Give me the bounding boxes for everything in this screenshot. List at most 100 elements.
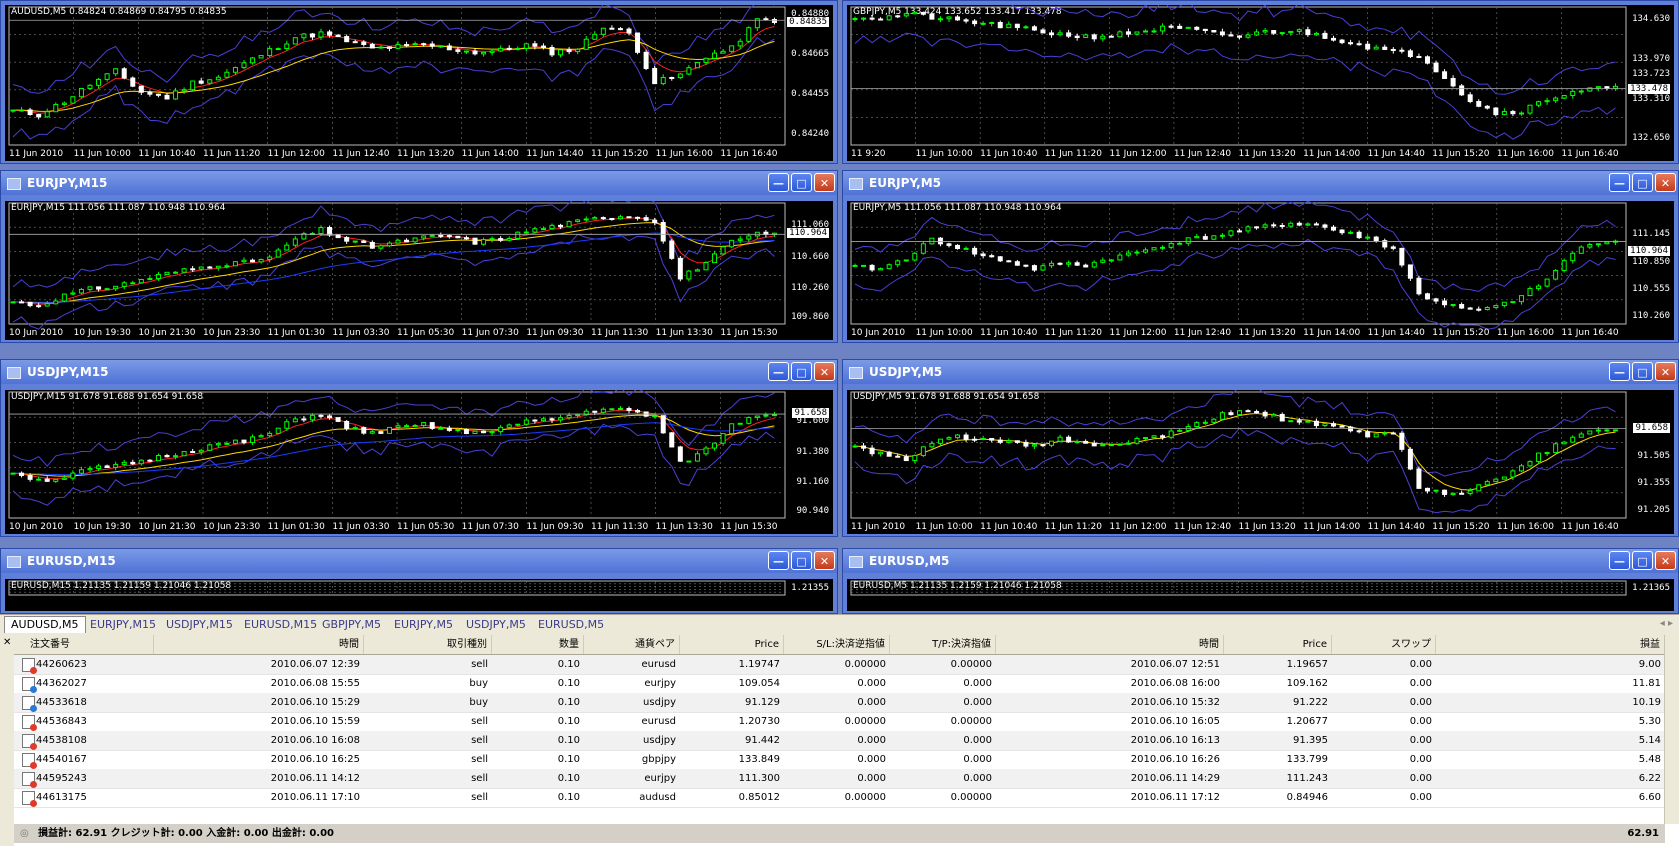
table-row[interactable]: 44613175 2010.06.11 17:10 sell 0.10 audusd 0.… xyxy=(14,788,1665,808)
minimize-button[interactable]: — xyxy=(1609,173,1630,192)
price-chart[interactable]: EURJPY,M15 111.056 111.087 110.948 110.9… xyxy=(5,201,833,340)
window-titlebar[interactable]: EURJPY,M5 — □ ✕ xyxy=(843,171,1678,195)
table-row[interactable]: 44536843 2010.06.10 15:59 sell 0.10 eurusd 1.… xyxy=(14,712,1665,732)
price-chart[interactable]: USDJPY,M5 91.678 91.688 91.654 91.658 91.… xyxy=(847,390,1674,534)
close-button[interactable]: ✕ xyxy=(814,173,835,192)
price-chart[interactable]: AUDUSD,M5 0.84824 0.84869 0.84795 0.8483… xyxy=(5,5,833,161)
price-chart[interactable]: EURUSD,M15 1.21135 1.21159 1.21046 1.210… xyxy=(5,579,833,611)
candle-body xyxy=(96,78,102,86)
tab-eurusd-m5[interactable]: EURUSD,M5 xyxy=(532,617,610,633)
chart-window-eurusd_m5[interactable]: EURUSD,M5 — □ ✕ EURUSD,M5 1.21135 1.2159 1.2… xyxy=(842,548,1679,614)
minimize-button[interactable]: — xyxy=(1609,551,1630,570)
candle-body xyxy=(489,238,495,241)
maximize-button[interactable]: □ xyxy=(1632,362,1653,381)
candle-body xyxy=(1083,34,1089,38)
chart-window-eurusd_m15[interactable]: EURUSD,M15 — □ ✕ EURUSD,M15 1.21135 1.21159 … xyxy=(0,548,838,614)
tab-audusd-m5[interactable]: AUDUSD,M5 xyxy=(4,616,86,633)
close-button[interactable]: ✕ xyxy=(1655,173,1676,192)
chart-window-audusd_m5[interactable]: AUDUSD,M5 0.84824 0.84869 0.84795 0.8483… xyxy=(0,0,838,164)
time-axis-label: 11 Jun 16:40 xyxy=(1561,522,1619,532)
candle-body xyxy=(549,224,555,230)
maximize-button[interactable]: □ xyxy=(1632,551,1653,570)
table-cell: sell xyxy=(471,716,488,727)
minimize-button[interactable]: — xyxy=(1609,362,1630,381)
tab-gbpjpy-m5[interactable]: GBPJPY,M5 xyxy=(316,617,387,633)
column-header[interactable]: 注文番号 xyxy=(14,635,154,654)
chart-window-usdjpy_m15[interactable]: USDJPY,M15 — □ ✕ USDJPY,M15 91.678 91.688 91… xyxy=(0,359,838,537)
window-titlebar[interactable]: EURUSD,M5 — □ ✕ xyxy=(843,549,1678,573)
close-button[interactable]: ✕ xyxy=(1655,551,1676,570)
time-axis-label: 10 Jun 2010 xyxy=(851,328,906,338)
tab-eurusd-m15[interactable]: EURUSD,M15 xyxy=(238,617,323,633)
price-chart[interactable]: USDJPY,M15 91.678 91.688 91.654 91.658 91… xyxy=(5,390,833,534)
price-axis-label: 110.260 xyxy=(791,283,829,294)
candle-body xyxy=(1313,223,1319,226)
column-header[interactable]: 数量 xyxy=(492,635,584,654)
column-header[interactable]: 時間 xyxy=(996,635,1224,654)
tab-usdjpy-m15[interactable]: USDJPY,M15 xyxy=(160,617,239,633)
candle-body xyxy=(1194,422,1200,428)
candle-body xyxy=(972,20,978,25)
chart-window-gbpjpy_m5[interactable]: GBPJPY,M5 133.424 133.652 133.417 133.47… xyxy=(842,0,1679,164)
candle-body xyxy=(53,300,59,305)
maximize-button[interactable]: □ xyxy=(791,173,812,192)
column-header[interactable]: 取引種別 xyxy=(364,635,492,654)
column-header[interactable]: S/L:決済逆指値 xyxy=(784,635,890,654)
window-titlebar[interactable]: EURJPY,M15 — □ ✕ xyxy=(1,171,837,195)
vertical-scrollbar[interactable] xyxy=(1664,635,1679,824)
price-chart[interactable]: EURUSD,M5 1.21135 1.2159 1.21046 1.21058… xyxy=(847,579,1674,611)
maximize-button[interactable]: □ xyxy=(1632,173,1653,192)
candle-body xyxy=(1390,432,1396,435)
tab-eurjpy-m5[interactable]: EURJPY,M5 xyxy=(388,617,459,633)
chart-window-eurjpy_m5[interactable]: EURJPY,M5 — □ ✕ EURJPY,M5 111.056 111.087 11… xyxy=(842,170,1679,343)
close-button[interactable]: ✕ xyxy=(1655,362,1676,381)
candle-body xyxy=(412,424,418,427)
window-titlebar[interactable]: USDJPY,M15 — □ ✕ xyxy=(1,360,837,384)
table-row[interactable]: 44595243 2010.06.11 14:12 sell 0.10 eurjpy 11… xyxy=(14,769,1665,789)
tab-usdjpy-m5[interactable]: USDJPY,M5 xyxy=(460,617,532,633)
table-row[interactable]: 44260623 2010.06.07 12:39 sell 0.10 eurusd 1.… xyxy=(14,655,1665,675)
maximize-button[interactable]: □ xyxy=(791,362,812,381)
candle-body xyxy=(198,449,204,453)
column-header[interactable]: T/P:決済指値 xyxy=(890,635,996,654)
window-titlebar[interactable]: USDJPY,M5 — □ ✕ xyxy=(843,360,1678,384)
chart-window-usdjpy_m5[interactable]: USDJPY,M5 — □ ✕ USDJPY,M5 91.678 91.688 91.6… xyxy=(842,359,1679,537)
tab-eurjpy-m15[interactable]: EURJPY,M15 xyxy=(84,617,162,633)
minimize-button[interactable]: — xyxy=(768,173,789,192)
table-row[interactable]: 44362027 2010.06.08 15:55 buy 0.10 eurjpy 109… xyxy=(14,674,1665,694)
candle-body xyxy=(1143,30,1149,33)
price-chart[interactable]: GBPJPY,M5 133.424 133.652 133.417 133.47… xyxy=(847,5,1674,161)
candle-body xyxy=(1245,34,1251,38)
close-icon[interactable]: ✕ xyxy=(3,637,11,648)
close-button[interactable]: ✕ xyxy=(814,362,835,381)
table-row[interactable]: 44533618 2010.06.10 15:29 buy 0.10 usdjpy 91.… xyxy=(14,693,1665,713)
column-header[interactable]: Price xyxy=(1224,635,1332,654)
column-header[interactable]: スワップ xyxy=(1332,635,1436,654)
table-cell: sell xyxy=(471,735,488,746)
time-axis-label: 11 Jun 07:30 xyxy=(461,328,519,338)
column-header[interactable]: Price xyxy=(680,635,784,654)
chart-window-eurjpy_m15[interactable]: EURJPY,M15 — □ ✕ EURJPY,M15 111.056 111.087 … xyxy=(0,170,838,343)
maximize-button[interactable]: □ xyxy=(791,551,812,570)
time-axis-label: 11 Jun 10:00 xyxy=(73,149,131,159)
minimize-button[interactable]: — xyxy=(768,362,789,381)
candle-body xyxy=(1544,100,1550,103)
summary-icon: ◎ xyxy=(20,828,29,839)
window-titlebar[interactable]: EURUSD,M15 — □ ✕ xyxy=(1,549,837,573)
table-row[interactable]: 44540167 2010.06.10 16:25 sell 0.10 gbpjpy 13… xyxy=(14,750,1665,770)
candle-body xyxy=(886,451,892,457)
price-chart[interactable]: EURJPY,M5 111.056 111.087 110.948 110.96… xyxy=(847,201,1674,340)
candle-body xyxy=(309,414,315,421)
column-header[interactable]: 通貨ペア xyxy=(584,635,680,654)
candle-body xyxy=(1578,90,1584,93)
tab-scroll-arrows[interactable]: ◂ ▸ xyxy=(1660,618,1673,629)
close-button[interactable]: ✕ xyxy=(814,551,835,570)
table-row[interactable]: 44538108 2010.06.10 16:08 sell 0.10 usdjpy 91… xyxy=(14,731,1665,751)
column-header[interactable]: 損益 xyxy=(1436,635,1665,654)
candle-body xyxy=(583,218,589,221)
table-cell: 5.14 xyxy=(1638,735,1661,746)
minimize-button[interactable]: — xyxy=(768,551,789,570)
time-axis-label: 11 Jun 15:30 xyxy=(720,328,778,338)
candle-body xyxy=(852,18,858,21)
column-header[interactable]: 時間 xyxy=(154,635,364,654)
